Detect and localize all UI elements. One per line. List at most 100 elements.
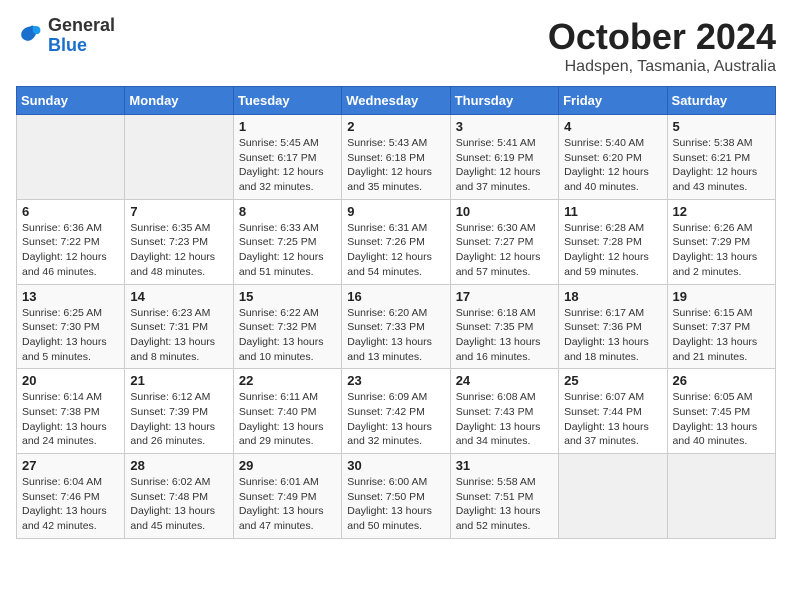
day-number: 24 [456,373,553,388]
day-number: 2 [347,119,444,134]
day-number: 12 [673,204,770,219]
calendar-table: SundayMondayTuesdayWednesdayThursdayFrid… [16,86,776,539]
day-header-wednesday: Wednesday [342,87,450,115]
calendar-cell: 20Sunrise: 6:14 AMSunset: 7:38 PMDayligh… [17,369,125,454]
calendar-subtitle: Hadspen, Tasmania, Australia [548,58,776,76]
day-info: Sunrise: 6:35 AMSunset: 7:23 PMDaylight:… [130,221,227,280]
calendar-cell [559,454,667,539]
day-info: Sunrise: 6:23 AMSunset: 7:31 PMDaylight:… [130,306,227,365]
calendar-cell: 18 Sunrise: 6:17 AMSunset: 7:36 PMDayligh… [559,284,667,369]
day-info: Sunrise: 5:41 AMSunset: 6:19 PMDaylight:… [456,136,553,195]
calendar-week-5: 27 Sunrise: 6:04 AMSunset: 7:46 PMDayligh… [17,454,776,539]
calendar-cell: 27 Sunrise: 6:04 AMSunset: 7:46 PMDayligh… [17,454,125,539]
day-number: 8 [239,204,336,219]
calendar-cell: 9 Sunrise: 6:31 AMSunset: 7:26 PMDaylight… [342,199,450,284]
day-number: 18 [564,289,661,304]
day-number: 27 [22,458,119,473]
calendar-cell: 1Sunrise: 5:45 AMSunset: 6:17 PMDaylight… [233,115,341,200]
calendar-cell: 10Sunrise: 6:30 AMSunset: 7:27 PMDayligh… [450,199,558,284]
day-number: 28 [130,458,227,473]
logo-text: General Blue [48,16,115,56]
day-number: 7 [130,204,227,219]
day-number: 14 [130,289,227,304]
calendar-cell [17,115,125,200]
logo-bird-icon [16,22,44,50]
day-number: 29 [239,458,336,473]
calendar-cell: 12Sunrise: 6:26 AMSunset: 7:29 PMDayligh… [667,199,775,284]
day-info: Sunrise: 6:07 AMSunset: 7:44 PMDaylight:… [564,390,661,449]
day-number: 31 [456,458,553,473]
day-info: Sunrise: 6:36 AMSunset: 7:22 PMDaylight:… [22,221,119,280]
day-info: Sunrise: 5:43 AMSunset: 6:18 PMDaylight:… [347,136,444,195]
day-number: 22 [239,373,336,388]
day-info: Sunrise: 6:17 AMSunset: 7:36 PMDaylight:… [564,306,661,365]
calendar-header: SundayMondayTuesdayWednesdayThursdayFrid… [17,87,776,115]
day-info: Sunrise: 6:11 AMSunset: 7:40 PMDaylight:… [239,390,336,449]
calendar-cell: 16 Sunrise: 6:20 AMSunset: 7:33 PMDayligh… [342,284,450,369]
calendar-cell: 7 Sunrise: 6:35 AMSunset: 7:23 PMDaylight… [125,199,233,284]
day-info: Sunrise: 6:04 AMSunset: 7:46 PMDaylight:… [22,475,119,534]
calendar-cell: 26Sunrise: 6:05 AMSunset: 7:45 PMDayligh… [667,369,775,454]
day-info: Sunrise: 6:31 AMSunset: 7:26 PMDaylight:… [347,221,444,280]
day-info: Sunrise: 5:38 AMSunset: 6:21 PMDaylight:… [673,136,770,195]
day-number: 5 [673,119,770,134]
calendar-cell [125,115,233,200]
day-header-tuesday: Tuesday [233,87,341,115]
day-header-saturday: Saturday [667,87,775,115]
day-info: Sunrise: 6:22 AMSunset: 7:32 PMDaylight:… [239,306,336,365]
calendar-cell: 29 Sunrise: 6:01 AMSunset: 7:49 PMDayligh… [233,454,341,539]
calendar-week-3: 13 Sunrise: 6:25 AMSunset: 7:30 PMDayligh… [17,284,776,369]
calendar-week-1: 1Sunrise: 5:45 AMSunset: 6:17 PMDaylight… [17,115,776,200]
day-info: Sunrise: 6:09 AMSunset: 7:42 PMDaylight:… [347,390,444,449]
day-header-friday: Friday [559,87,667,115]
calendar-cell: 4Sunrise: 5:40 AMSunset: 6:20 PMDaylight… [559,115,667,200]
day-number: 16 [347,289,444,304]
title-area: October 2024 Hadspen, Tasmania, Australi… [548,16,776,76]
day-info: Sunrise: 6:25 AMSunset: 7:30 PMDaylight:… [22,306,119,365]
calendar-cell: 6 Sunrise: 6:36 AMSunset: 7:22 PMDaylight… [17,199,125,284]
day-number: 6 [22,204,119,219]
day-info: Sunrise: 6:20 AMSunset: 7:33 PMDaylight:… [347,306,444,365]
day-info: Sunrise: 6:00 AMSunset: 7:50 PMDaylight:… [347,475,444,534]
day-number: 15 [239,289,336,304]
day-number: 11 [564,204,661,219]
calendar-cell: 8 Sunrise: 6:33 AMSunset: 7:25 PMDaylight… [233,199,341,284]
calendar-cell: 15 Sunrise: 6:22 AMSunset: 7:32 PMDayligh… [233,284,341,369]
day-info: Sunrise: 6:12 AMSunset: 7:39 PMDaylight:… [130,390,227,449]
day-info: Sunrise: 6:33 AMSunset: 7:25 PMDaylight:… [239,221,336,280]
calendar-cell: 23Sunrise: 6:09 AMSunset: 7:42 PMDayligh… [342,369,450,454]
calendar-body: 1Sunrise: 5:45 AMSunset: 6:17 PMDaylight… [17,115,776,539]
day-info: Sunrise: 5:58 AMSunset: 7:51 PMDaylight:… [456,475,553,534]
calendar-cell: 5 Sunrise: 5:38 AMSunset: 6:21 PMDaylight… [667,115,775,200]
day-info: Sunrise: 6:05 AMSunset: 7:45 PMDaylight:… [673,390,770,449]
day-number: 13 [22,289,119,304]
day-number: 1 [239,119,336,134]
day-info: Sunrise: 6:15 AMSunset: 7:37 PMDaylight:… [673,306,770,365]
day-number: 10 [456,204,553,219]
calendar-cell [667,454,775,539]
calendar-cell: 11Sunrise: 6:28 AMSunset: 7:28 PMDayligh… [559,199,667,284]
day-info: Sunrise: 6:02 AMSunset: 7:48 PMDaylight:… [130,475,227,534]
calendar-cell: 21 Sunrise: 6:12 AMSunset: 7:39 PMDayligh… [125,369,233,454]
calendar-week-2: 6 Sunrise: 6:36 AMSunset: 7:22 PMDaylight… [17,199,776,284]
calendar-title: October 2024 [548,16,776,58]
day-info: Sunrise: 6:01 AMSunset: 7:49 PMDaylight:… [239,475,336,534]
calendar-cell: 31 Sunrise: 5:58 AMSunset: 7:51 PMDayligh… [450,454,558,539]
day-header-sunday: Sunday [17,87,125,115]
day-number: 20 [22,373,119,388]
calendar-cell: 19Sunrise: 6:15 AMSunset: 7:37 PMDayligh… [667,284,775,369]
day-info: Sunrise: 6:08 AMSunset: 7:43 PMDaylight:… [456,390,553,449]
calendar-cell: 2 Sunrise: 5:43 AMSunset: 6:18 PMDaylight… [342,115,450,200]
logo: General Blue [16,16,115,56]
calendar-cell: 3Sunrise: 5:41 AMSunset: 6:19 PMDaylight… [450,115,558,200]
calendar-cell: 30Sunrise: 6:00 AMSunset: 7:50 PMDayligh… [342,454,450,539]
calendar-cell: 24 Sunrise: 6:08 AMSunset: 7:43 PMDayligh… [450,369,558,454]
calendar-cell: 14 Sunrise: 6:23 AMSunset: 7:31 PMDayligh… [125,284,233,369]
calendar-cell: 17Sunrise: 6:18 AMSunset: 7:35 PMDayligh… [450,284,558,369]
header: General Blue October 2024 Hadspen, Tasma… [16,16,776,76]
day-header-thursday: Thursday [450,87,558,115]
day-number: 9 [347,204,444,219]
day-number: 17 [456,289,553,304]
day-number: 4 [564,119,661,134]
day-number: 21 [130,373,227,388]
